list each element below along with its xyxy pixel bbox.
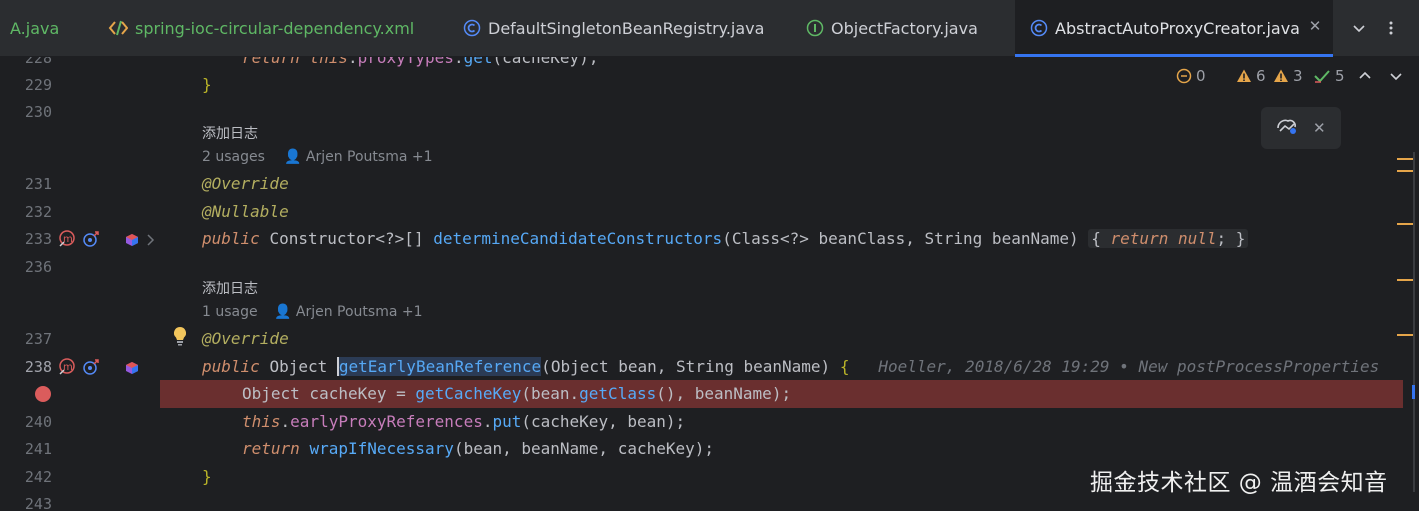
class-icon [1030, 19, 1048, 37]
line-number: 228 [24, 57, 52, 67]
tab-spring-ioc-xml[interactable]: spring-ioc-circular-dependency.xml [108, 0, 414, 56]
tab-label: spring-ioc-circular-dependency.xml [135, 18, 415, 38]
close-icon[interactable]: ✕ [1307, 18, 1323, 34]
xml-file-icon [108, 19, 128, 37]
line-number: 236 [24, 258, 52, 276]
kebab-menu-icon[interactable] [1379, 16, 1403, 40]
ai-assistant-icon[interactable] [1276, 116, 1298, 140]
code-line-242: } [202, 467, 212, 486]
line-number: 237 [24, 330, 52, 348]
weak-warning-count[interactable]: 0 [1176, 66, 1206, 86]
bean-icon[interactable] [125, 360, 141, 376]
warning-count[interactable]: 6 [1236, 66, 1266, 86]
line-number: 242 [24, 468, 52, 486]
scroll-marker[interactable] [1397, 170, 1413, 172]
implemented-method-icon[interactable] [82, 358, 99, 375]
ok-count[interactable]: 5 [1313, 66, 1345, 86]
line-number: 232 [24, 203, 52, 221]
code-line-231: @Override [202, 174, 289, 193]
git-blame-annotation: Hoeller, 2018/6/28 19:29 • New postProce… [878, 357, 1380, 376]
line-number: 241 [24, 440, 52, 458]
code-line-240: this.earlyProxyReferences.put(cacheKey, … [242, 412, 686, 431]
code-line-229: } [202, 75, 212, 94]
floating-toolbar-popup: ✕ [1261, 107, 1341, 149]
line-number: 238 [24, 358, 52, 376]
scroll-marker[interactable] [1397, 158, 1413, 160]
close-icon[interactable]: ✕ [1313, 119, 1326, 137]
code-line-239: Object cacheKey = getCacheKey(bean.getCl… [242, 384, 792, 403]
tab-label: ObjectFactory.java [831, 18, 978, 38]
bean-icon[interactable] [125, 232, 141, 248]
chevron-down-icon[interactable] [1347, 16, 1371, 40]
code-line-241: return wrapIfNecessary(bean, beanName, c… [242, 439, 715, 458]
class-icon [463, 19, 481, 37]
svg-text:m: m [63, 362, 73, 373]
watermark: 掘金技术社区 @ 温酒会知音 [1090, 470, 1388, 496]
tab-label: A.java [10, 18, 60, 38]
code-line-233: public Constructor<?>[] determineCandida… [202, 229, 1249, 248]
code-line-238: public Object getEarlyBeanReference(Obje… [202, 357, 1380, 376]
editor-tab-bar: A.java spring-ioc-circular-dependency.xm… [0, 0, 1419, 57]
error-count[interactable]: 3 [1273, 66, 1303, 86]
line-number: 229 [24, 76, 52, 94]
add-log-hint[interactable]: 添加日志 [202, 278, 258, 298]
error-icon [1274, 69, 1288, 82]
svg-text:m: m [63, 234, 73, 245]
code-line-232: @Nullable [202, 202, 289, 221]
weak-warning-icon [1176, 68, 1192, 84]
line-number: 231 [24, 175, 52, 193]
tab-label: DefaultSingletonBeanRegistry.java [488, 18, 765, 38]
scroll-marker[interactable] [1412, 385, 1415, 399]
tab-object-factory[interactable]: ObjectFactory.java [806, 0, 978, 56]
chevron-right-icon[interactable] [146, 232, 162, 248]
warning-icon [1237, 69, 1251, 82]
interface-icon [806, 19, 824, 37]
line-number: 233 [24, 230, 52, 248]
author-hint[interactable]: 👤 Arjen Poutsma +1 [274, 304, 423, 320]
user-icon: 👤 [274, 304, 292, 320]
chevron-up-icon [1359, 71, 1371, 79]
author-label: Arjen Poutsma +1 [295, 304, 423, 320]
next-highlight-button[interactable] [1384, 64, 1408, 88]
tab-abstract-auto-proxy-creator[interactable]: AbstractAutoProxyCreator.java ✕ [1015, 0, 1333, 57]
vertical-scrollbar[interactable] [1413, 152, 1415, 492]
usages-hint[interactable]: 2 usages [202, 149, 265, 165]
line-number: 230 [24, 103, 52, 121]
overrides-method-icon[interactable]: m [58, 230, 75, 247]
line-number: 240 [24, 413, 52, 431]
line-number: 243 [24, 495, 52, 511]
chevron-down-icon [1390, 73, 1402, 81]
check-icon [1314, 70, 1330, 83]
lightbulb-icon[interactable] [172, 326, 188, 346]
code-line-237: @Override [202, 329, 289, 348]
breakpoint-icon[interactable] [35, 386, 51, 402]
implemented-method-icon[interactable] [82, 230, 99, 247]
code-line-228: return this.proxyTypes.get(cacheKey); [242, 57, 599, 67]
scroll-marker[interactable] [1397, 279, 1413, 281]
tab-a-java[interactable]: A.java [10, 0, 59, 56]
error-count-label: 3 [1293, 67, 1303, 85]
user-icon: 👤 [284, 149, 302, 165]
usages-hint[interactable]: 1 usage [202, 304, 258, 320]
code-editor[interactable]: 228 229 230 231 232 233 236 237 238 240 … [0, 57, 1419, 511]
add-log-hint[interactable]: 添加日志 [202, 123, 258, 143]
weak-warning-count-label: 0 [1196, 67, 1206, 85]
warning-count-label: 6 [1256, 67, 1266, 85]
tab-default-singleton-bean-registry[interactable]: DefaultSingletonBeanRegistry.java [463, 0, 764, 56]
author-label: Arjen Poutsma +1 [305, 149, 433, 165]
scroll-marker[interactable] [1397, 223, 1413, 225]
ok-count-label: 5 [1335, 67, 1345, 85]
overrides-method-icon[interactable]: m [58, 358, 75, 375]
tab-label: AbstractAutoProxyCreator.java [1055, 18, 1300, 38]
author-hint[interactable]: 👤 Arjen Poutsma +1 [284, 149, 433, 165]
scroll-marker[interactable] [1397, 334, 1413, 336]
previous-highlight-button[interactable] [1353, 64, 1377, 88]
